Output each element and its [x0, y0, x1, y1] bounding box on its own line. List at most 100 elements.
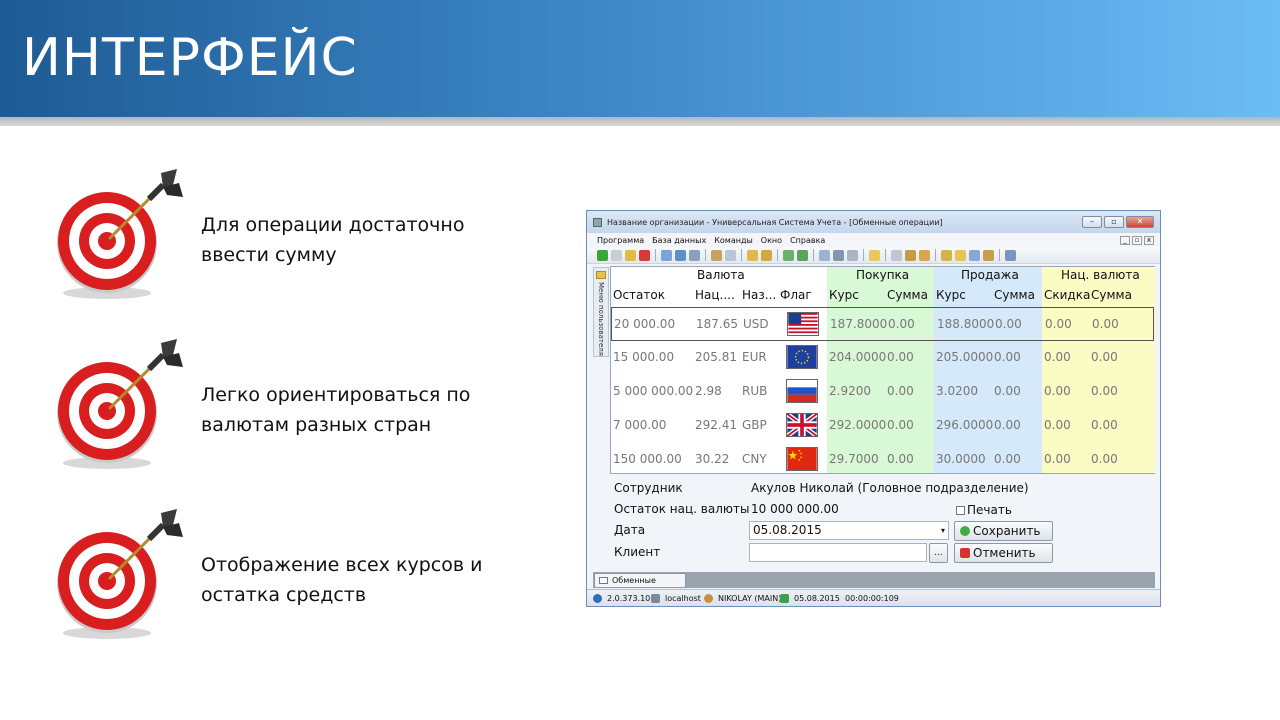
header-currency: Валюта — [697, 268, 745, 282]
bullet-1: Для операции достаточно ввести сумму — [55, 165, 535, 305]
window-icon[interactable] — [819, 249, 830, 261]
mdi-minimize-button[interactable]: _ — [1120, 235, 1130, 245]
sort-asc-icon[interactable] — [747, 249, 758, 261]
view-icon[interactable] — [833, 249, 844, 261]
table-row[interactable]: 7 000.00 292.41 GBP 292.0000 0.00 296.00… — [611, 409, 1154, 443]
cell-sell-rate: 188.8000 — [937, 317, 995, 331]
col-buy-sum[interactable]: Сумма — [887, 288, 928, 302]
side-panel[interactable]: Меню пользователя — [593, 267, 609, 357]
settings-icon[interactable] — [919, 249, 930, 261]
cell-sell-sum[interactable]: 0.00 — [994, 452, 1021, 466]
cell-sell-sum[interactable]: 0.00 — [994, 418, 1021, 432]
cell-code: USD — [743, 317, 769, 331]
cell-sell-rate: 30.0000 — [936, 452, 986, 466]
cell-code: GBP — [742, 418, 767, 432]
tab-exchange-operations[interactable]: Обменные операции — [594, 573, 686, 598]
menu-window[interactable]: Окно — [761, 236, 782, 245]
mdi-restore-button[interactable]: ▫ — [1132, 235, 1142, 245]
search-icon[interactable] — [661, 249, 672, 261]
refresh-icon[interactable] — [783, 249, 794, 261]
print-icon[interactable] — [711, 249, 722, 261]
add-icon[interactable] — [597, 249, 608, 261]
bullet-2-line-2: валютам разных стран — [201, 414, 432, 436]
cancel-button[interactable]: Отменить — [954, 543, 1053, 563]
export-icon[interactable] — [797, 249, 808, 261]
cut-icon[interactable] — [891, 249, 902, 261]
cancel-button-label: Отменить — [973, 546, 1036, 560]
target-dart-icon — [57, 509, 183, 639]
bullet-1-line-1: Для операции достаточно — [201, 214, 465, 236]
comment-icon[interactable] — [725, 249, 736, 261]
print-checkbox[interactable] — [956, 506, 965, 515]
col-buy-rate[interactable]: Курс — [829, 288, 859, 302]
sort-desc-icon[interactable] — [761, 249, 772, 261]
col-name[interactable]: Наз... — [742, 288, 776, 302]
status-time: 00:00:00:109 — [845, 594, 899, 603]
user-icon — [704, 594, 713, 603]
tools-icon[interactable] — [905, 249, 916, 261]
copy-icon[interactable] — [611, 249, 622, 261]
cell-sell-rate: 205.0000 — [936, 350, 994, 364]
browse-button-label: ... — [934, 548, 943, 558]
users-icon[interactable] — [969, 249, 980, 261]
folder-icon[interactable] — [869, 249, 880, 261]
delete-icon[interactable] — [639, 249, 650, 261]
cell-sell-sum[interactable]: 0.00 — [994, 384, 1021, 398]
lock-icon[interactable] — [941, 249, 952, 261]
gb-flag-icon — [786, 413, 818, 437]
cell-buy-sum[interactable]: 0.00 — [887, 350, 914, 364]
save-button[interactable]: Сохранить — [954, 521, 1053, 541]
col-nat-sum[interactable]: Сумма — [1091, 288, 1132, 302]
filter-icon[interactable] — [689, 249, 700, 261]
find-next-icon[interactable] — [675, 249, 686, 261]
edit-icon[interactable] — [625, 249, 636, 261]
menu-program[interactable]: Программа — [597, 236, 644, 245]
date-value: 05.08.2015 — [753, 523, 822, 537]
target-dart-icon — [57, 339, 183, 469]
chevron-down-icon[interactable]: ▾ — [941, 522, 945, 539]
maximize-button[interactable]: ▫ — [1104, 216, 1124, 228]
status-version: 2.0.373.10 — [607, 594, 651, 603]
table-row[interactable]: 150 000.00 30.22 CNY 29.7000 0.00 30.000… — [611, 443, 1154, 477]
cell-nat: 30.22 — [695, 452, 730, 466]
folder-icon — [596, 271, 606, 279]
status-host: localhost — [665, 594, 701, 603]
cell-buy-sum[interactable]: 0.00 — [888, 317, 915, 331]
cell-buy-sum[interactable]: 0.00 — [887, 452, 914, 466]
cell-buy-sum[interactable]: 0.00 — [887, 418, 914, 432]
minimize-button[interactable]: – — [1082, 216, 1102, 228]
date-label: Дата — [614, 523, 646, 537]
package-icon[interactable] — [983, 249, 994, 261]
col-discount[interactable]: Скидка — [1044, 288, 1090, 302]
save-button-label: Сохранить — [973, 524, 1041, 538]
col-flag[interactable]: Флаг — [780, 288, 812, 302]
table-row[interactable]: 20 000.00 187.65 USD 187.8000 0.00 188.8… — [611, 307, 1154, 341]
close-button[interactable]: ✕ — [1126, 216, 1154, 228]
cell-buy-sum[interactable]: 0.00 — [887, 384, 914, 398]
audio-icon[interactable] — [847, 249, 858, 261]
col-nat[interactable]: Нац.... — [695, 288, 735, 302]
col-balance[interactable]: Остаток — [613, 288, 665, 302]
cn-flag-icon — [786, 447, 818, 471]
client-browse-button[interactable]: ... — [929, 543, 948, 563]
menu-database[interactable]: База данных — [652, 236, 706, 245]
col-sell-sum[interactable]: Сумма — [994, 288, 1035, 302]
currency-grid: Валюта Покупка Продажа Нац. валюта Остат… — [610, 266, 1155, 474]
table-row[interactable]: 5 000 000.00 2.98 RUB 2.9200 0.00 3.0200… — [611, 375, 1154, 409]
info-icon[interactable] — [1005, 249, 1016, 261]
cell-balance: 7 000.00 — [613, 418, 667, 432]
client-field[interactable] — [749, 543, 927, 562]
key-icon[interactable] — [955, 249, 966, 261]
menu-commands[interactable]: Команды — [714, 236, 753, 245]
cell-sell-sum[interactable]: 0.00 — [994, 350, 1021, 364]
cell-nat: 292.41 — [695, 418, 737, 432]
bullet-2-text: Легко ориентироваться по валютам разных … — [201, 380, 470, 440]
cell-nat-sum: 0.00 — [1091, 384, 1118, 398]
mdi-close-button[interactable]: x — [1144, 235, 1154, 245]
cell-code: RUB — [742, 384, 768, 398]
table-row[interactable]: 15 000.00 205.81 EUR 204.0000 0.00 205.0… — [611, 341, 1154, 375]
col-sell-rate[interactable]: Курс — [936, 288, 966, 302]
menu-help[interactable]: Справка — [790, 236, 825, 245]
date-field[interactable]: 05.08.2015 ▾ — [749, 521, 949, 540]
cell-sell-sum[interactable]: 0.00 — [995, 317, 1022, 331]
